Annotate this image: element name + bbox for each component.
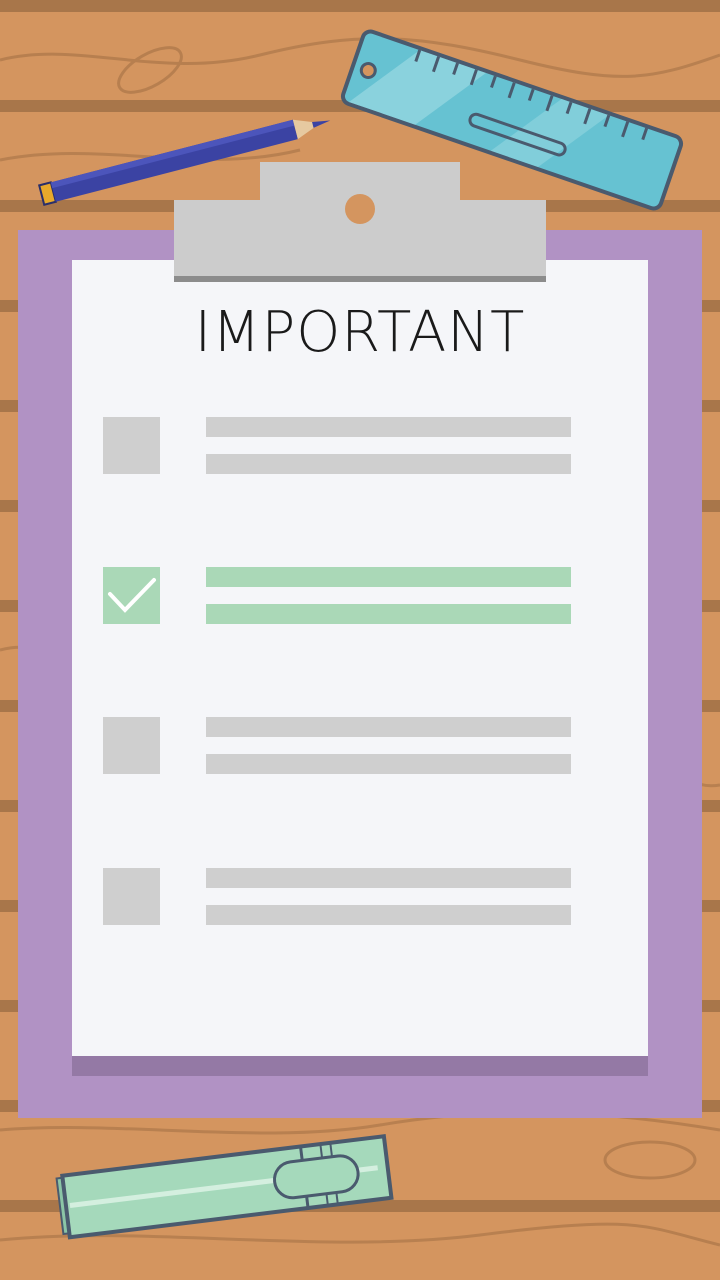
desk-illustration xyxy=(0,0,720,1280)
paper-sheet xyxy=(72,260,648,1056)
desk-scene: IMPORTANT xyxy=(0,0,720,1280)
placeholder-line xyxy=(206,454,571,474)
page-title: IMPORTANT xyxy=(194,300,526,365)
placeholder-line xyxy=(206,567,571,587)
checkbox[interactable] xyxy=(103,717,160,774)
checkbox[interactable] xyxy=(103,417,160,474)
placeholder-line xyxy=(206,417,571,437)
placeholder-line xyxy=(206,868,571,888)
paper-shadow xyxy=(72,1056,648,1076)
placeholder-line xyxy=(206,717,571,737)
placeholder-line xyxy=(206,754,571,774)
placeholder-line xyxy=(206,905,571,925)
placeholder-line xyxy=(206,604,571,624)
checkbox[interactable] xyxy=(103,868,160,925)
